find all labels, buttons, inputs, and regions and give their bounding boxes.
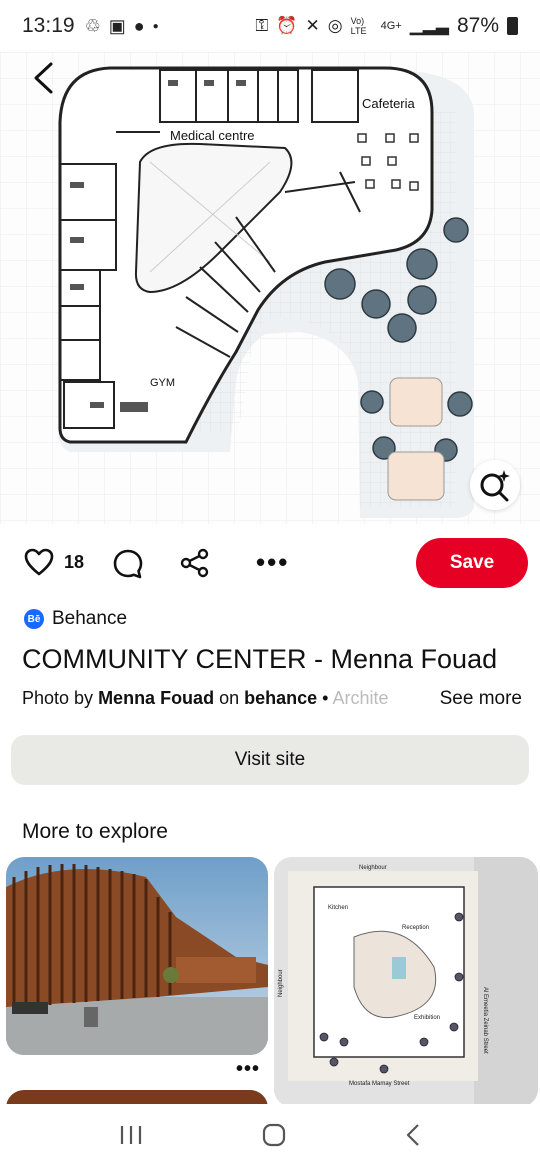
pin-title: COMMUNITY CENTER - Menna Fouad [22, 644, 498, 674]
plan2-label-exhibition: Exhibition [414, 1015, 440, 1021]
plan-label-cafeteria: Cafeteria [362, 96, 416, 111]
desc-author-link[interactable]: Menna Fouad [98, 688, 214, 708]
pin-description: Photo by Menna Fouad on behance • Archit… [22, 688, 522, 716]
recents-icon [121, 1125, 142, 1144]
desc-site-link[interactable]: behance [244, 688, 317, 708]
plan2-label-neighbour-left: Neighbour [278, 969, 284, 997]
alarm-icon: ⏰ [276, 16, 298, 35]
behance-logo-icon: Bē [24, 609, 44, 629]
desc-on: on [214, 688, 245, 708]
floor-plan-drawing: Medical centre Cafeteria GYM [0, 52, 540, 524]
signal-icon: ▁▂▃ [409, 16, 449, 35]
pin-image[interactable]: Medical centre Cafeteria GYM [0, 52, 540, 524]
building-photo-image [6, 857, 268, 1055]
gallery-icon: ▣ [108, 15, 126, 36]
recents-button[interactable] [119, 1124, 143, 1151]
comment-button[interactable] [112, 548, 144, 585]
system-nav-bar [0, 1104, 540, 1170]
battery-percent: 87% [456, 14, 499, 37]
more-to-explore-heading: More to explore [22, 820, 168, 843]
back-button[interactable] [26, 60, 62, 96]
plan2-label-street-bottom: Mostafa Mamay Street [349, 1081, 410, 1087]
heart-icon [24, 548, 54, 576]
pin-source[interactable]: Bē Behance [24, 608, 127, 630]
like-button[interactable]: 18 [24, 548, 84, 576]
source-name: Behance [52, 608, 128, 629]
plan2-label-kitchen: Kitchen [328, 905, 348, 911]
network-label: 4G+ [380, 20, 402, 32]
share-button[interactable] [180, 548, 210, 583]
mute-icon: ✕ [305, 16, 320, 35]
explore-pin-building-photo[interactable] [6, 857, 268, 1055]
system-icons: ⚿ ⏰ ✕ ◎ Vo) LTE 4G+ ▁▂▃ 87% [255, 14, 518, 38]
site-plan-image: Neighbour Kitchen Reception Exhibition M… [274, 857, 538, 1107]
hotspot-icon: ◎ [327, 16, 343, 35]
desc-separator: • [317, 688, 333, 708]
nav-back-button[interactable] [405, 1123, 421, 1152]
see-more-link[interactable]: See more [425, 688, 522, 710]
explore-pin-site-plan[interactable]: Neighbour Kitchen Reception Exhibition M… [274, 857, 538, 1107]
sync-icon: ♲ [84, 15, 101, 36]
nav-back-icon [406, 1123, 419, 1146]
back-arrow-icon [34, 62, 53, 94]
visual-search-button[interactable] [470, 460, 520, 510]
desc-prefix: Photo by [22, 688, 99, 708]
save-button[interactable]: Save [416, 538, 528, 588]
share-icon [180, 548, 209, 578]
home-icon [262, 1123, 286, 1146]
more-dots-icon: ••• [236, 1058, 261, 1080]
desc-tail: Archite [332, 688, 389, 708]
key-icon: ⚿ [255, 16, 269, 35]
more-dots-icon: ••• [256, 547, 290, 577]
plan-label-gym: GYM [150, 377, 175, 389]
status-bar: 13:19 ♲ ▣ ● ● ⚿ ⏰ ✕ ◎ Vo) LTE 4G+ ▁▂▃ 87… [0, 0, 540, 52]
comment-icon [113, 549, 143, 579]
more-options-button[interactable]: ••• [256, 548, 289, 576]
pin-action-row: 18 ••• Save [0, 536, 540, 592]
home-button[interactable] [262, 1123, 286, 1152]
visual-search-icon [480, 470, 510, 502]
plan2-label-street-right: Al Emeetia Zeinab Street [482, 987, 488, 1054]
explore-card-more-button[interactable]: ••• [236, 1058, 260, 1081]
like-count: 18 [64, 551, 85, 572]
chat-icon: ● [133, 15, 145, 36]
battery-icon [507, 17, 518, 35]
status-time: 13:19 [22, 14, 75, 37]
plan2-label-reception-top: Reception [402, 925, 429, 931]
plan2-label-neighbour-top: Neighbour [359, 865, 387, 871]
volte-label: Vo) LTE [350, 16, 367, 36]
notification-icons: ♲ ▣ ● ● [85, 16, 159, 37]
visit-site-button[interactable]: Visit site [11, 735, 529, 785]
dot-icon: ● [152, 20, 159, 32]
plan-label-medical: Medical centre [170, 128, 255, 143]
